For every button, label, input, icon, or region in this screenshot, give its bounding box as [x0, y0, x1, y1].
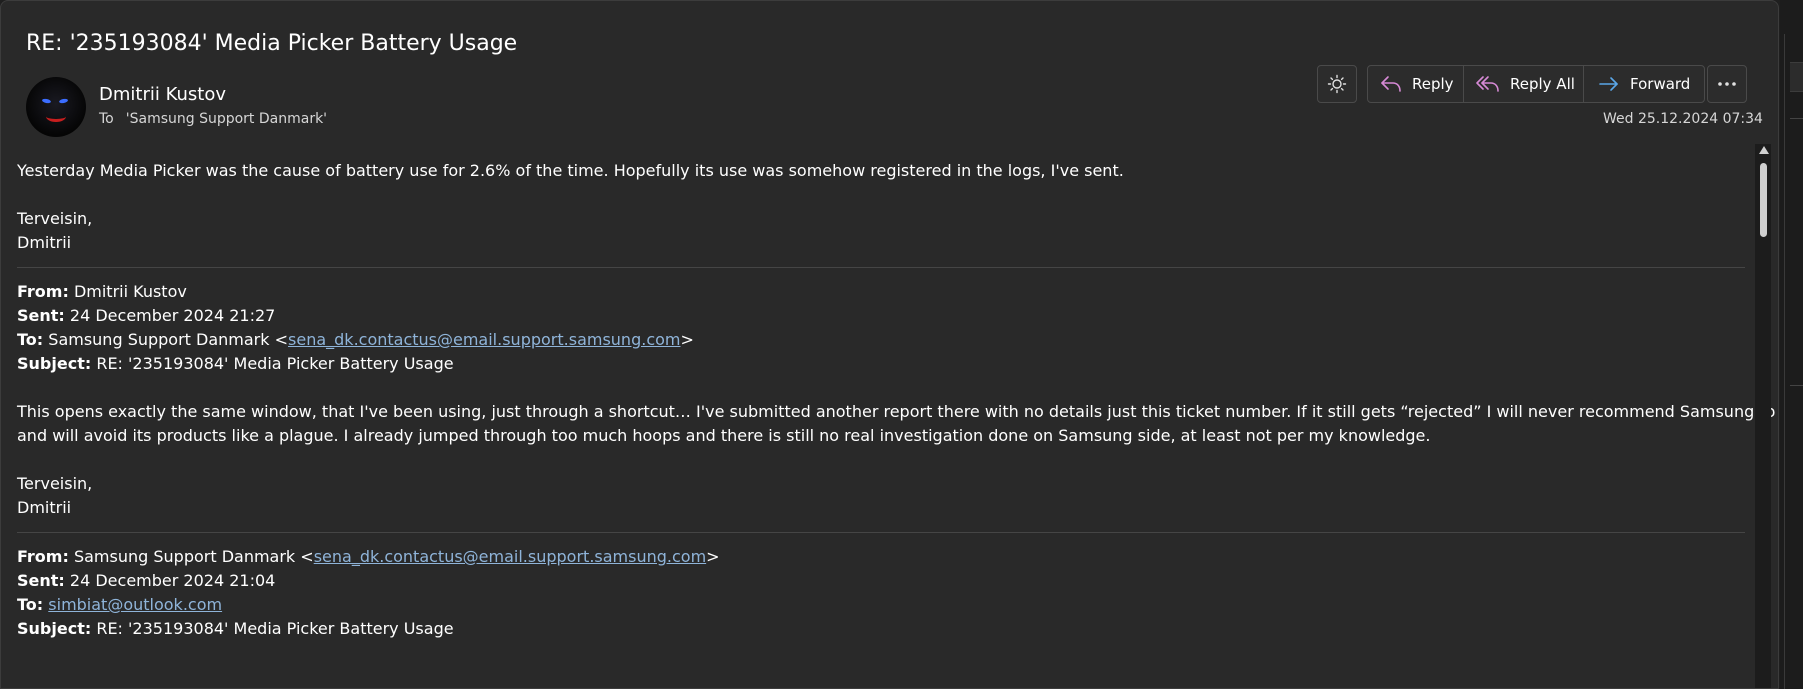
- quoted-subject: Subject: RE: '235193084' Media Picker Ba…: [17, 619, 454, 638]
- quoted-to: To: simbiat@outlook.com: [17, 595, 223, 614]
- signature-name: Dmitrii: [17, 233, 72, 252]
- email-subject: RE: '235193084' Media Picker Battery Usa…: [26, 31, 518, 56]
- quoted-from: From: Dmitrii Kustov: [17, 282, 187, 301]
- quoted-subject: Subject: RE: '235193084' Media Picker Ba…: [17, 354, 454, 373]
- ellipsis-icon: [1718, 82, 1736, 86]
- quoted-body-line: This opens exactly the same window, that…: [17, 402, 1779, 421]
- quoted-header: From: Samsung Support Danmark <sena_dk.c…: [17, 545, 1745, 641]
- quoted-to: To: Samsung Support Danmark <sena_dk.con…: [17, 330, 694, 349]
- forward-label: Forward: [1630, 75, 1691, 93]
- recipient-line: To 'Samsung Support Danmark': [99, 111, 327, 127]
- reply-icon: [1381, 76, 1401, 92]
- quoted-sent: Sent: 24 December 2024 21:27: [17, 306, 276, 325]
- email-reading-pane: RE: '235193084' Media Picker Battery Usa…: [0, 0, 1779, 689]
- sun-icon: [1327, 74, 1347, 94]
- forward-icon: [1599, 77, 1618, 91]
- email-link[interactable]: simbiat@outlook.com: [48, 595, 222, 614]
- avatar-mouth: [46, 111, 66, 122]
- reply-all-icon: [1476, 76, 1499, 92]
- background-window-edge: [1780, 0, 1803, 689]
- theme-toggle-button[interactable]: [1317, 65, 1357, 103]
- avatar-eye: [41, 98, 52, 104]
- scroll-thumb[interactable]: [1760, 163, 1767, 237]
- quote-divider: [17, 267, 1745, 268]
- recipient-name[interactable]: 'Samsung Support Danmark': [126, 111, 327, 127]
- reply-button[interactable]: Reply: [1368, 66, 1464, 102]
- email-link[interactable]: sena_dk.contactus@email.support.samsung.…: [314, 547, 706, 566]
- vertical-scrollbar[interactable]: [1755, 144, 1771, 688]
- signature-name: Dmitrii: [17, 498, 72, 517]
- avatar-eye: [58, 98, 69, 104]
- received-date: Wed 25.12.2024 07:34: [1603, 111, 1763, 127]
- quoted-header: From: Dmitrii Kustov Sent: 24 December 2…: [17, 280, 1745, 376]
- avatar[interactable]: [26, 77, 86, 137]
- scroll-up-arrow-icon[interactable]: [1759, 146, 1769, 154]
- signoff: Terveisin,: [17, 209, 93, 228]
- quoted-body-line: and will avoid its products like a plagu…: [17, 426, 1431, 445]
- email-link[interactable]: sena_dk.contactus@email.support.samsung.…: [288, 330, 680, 349]
- signoff: Terveisin,: [17, 474, 93, 493]
- reply-label: Reply: [1412, 75, 1454, 93]
- quoted-sent: Sent: 24 December 2024 21:04: [17, 571, 276, 590]
- reply-button-group: Reply Reply All Forward: [1367, 65, 1705, 103]
- reply-all-button[interactable]: Reply All: [1464, 66, 1584, 102]
- forward-button[interactable]: Forward: [1584, 66, 1704, 102]
- quoted-from: From: Samsung Support Danmark <sena_dk.c…: [17, 547, 720, 566]
- reply-all-label: Reply All: [1510, 75, 1575, 93]
- quote-divider: [17, 532, 1745, 533]
- to-label: To: [99, 111, 114, 127]
- more-actions-button[interactable]: [1707, 65, 1747, 103]
- body-paragraph: Yesterday Media Picker was the cause of …: [17, 161, 1124, 180]
- sender-name[interactable]: Dmitrii Kustov: [99, 84, 226, 105]
- message-body: Yesterday Media Picker was the cause of …: [17, 159, 1779, 641]
